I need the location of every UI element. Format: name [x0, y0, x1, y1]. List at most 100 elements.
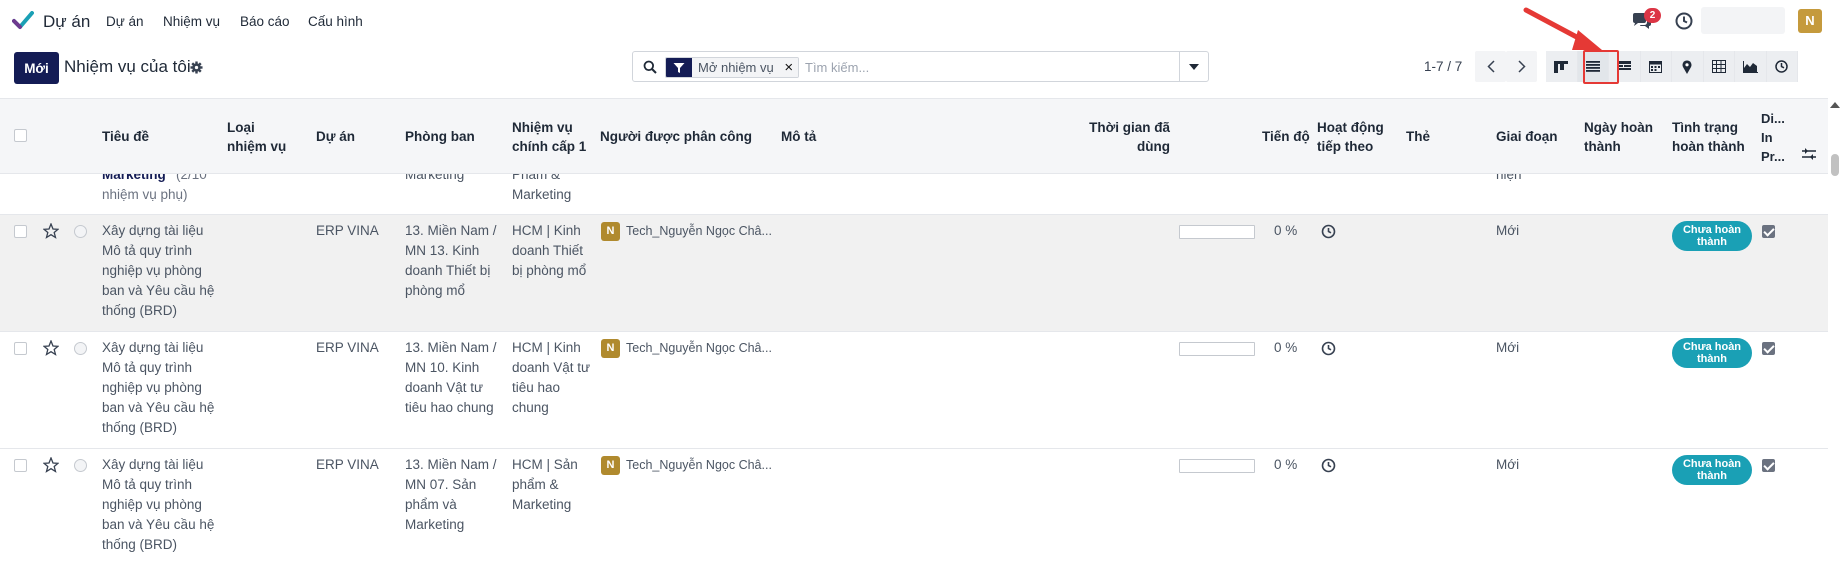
table-row[interactable]: Xây dựng tài liệu Mô tả quy trình nghiệp… [0, 215, 1828, 332]
task-title-line[interactable]: ban và Yêu cầu hệ [102, 398, 214, 418]
task-title-line[interactable]: Mô tả quy trình [102, 475, 192, 495]
task-assignee[interactable]: Tech_Nguyễn Ngọc Châ... [626, 455, 772, 475]
row-checkbox[interactable] [14, 342, 27, 355]
activity-clock-icon[interactable] [1321, 341, 1336, 356]
task-parent-line: tiêu hao [512, 380, 561, 395]
user-avatar[interactable]: N [1798, 9, 1822, 33]
task-parent: HCM | Kinh [512, 340, 581, 355]
column-header-extra[interactable]: Di... In Pr... [1761, 109, 1795, 166]
chat-count-badge: 2 [1644, 8, 1661, 23]
activity-clock-icon[interactable] [1675, 12, 1693, 30]
task-title[interactable]: Xây dựng tài liệu [102, 338, 203, 358]
task-title-line[interactable]: nghiệp vụ phòng [102, 495, 202, 515]
star-icon[interactable] [43, 223, 59, 239]
task-title[interactable]: Xây dựng tài liệu [102, 455, 203, 475]
column-header-description[interactable]: Mô tả [781, 127, 816, 146]
column-header-done-date[interactable]: Ngày hoàn thành [1584, 118, 1659, 156]
priority-dot[interactable] [74, 459, 87, 472]
assignee-avatar[interactable]: N [601, 222, 620, 241]
app-name[interactable]: Dự án [43, 12, 90, 32]
column-header-assignee[interactable]: Người được phân công [600, 127, 752, 146]
priority-dot[interactable] [74, 225, 87, 238]
task-parent-line: chung [512, 400, 549, 415]
chevron-right-icon [1517, 60, 1526, 73]
task-title[interactable]: Xây dựng tài liệu [102, 221, 203, 241]
priority-dot[interactable] [74, 342, 87, 355]
column-header-department[interactable]: Phòng ban [405, 127, 475, 146]
view-cohort-button[interactable] [1766, 51, 1798, 82]
task-parent-line: Marketing [512, 187, 572, 202]
task-title-line[interactable]: nghiệp vụ phòng [102, 261, 202, 281]
search-dropdown-toggle[interactable] [1179, 52, 1208, 81]
activity-clock-icon[interactable] [1321, 458, 1336, 473]
task-assignee[interactable]: Tech_Nguyễn Ngọc Châ... [626, 338, 772, 358]
task-title-line[interactable]: Mô tả quy trình [102, 358, 192, 378]
task-title-line[interactable]: ban và Yêu cầu hệ [102, 281, 214, 301]
close-icon[interactable]: × [779, 58, 798, 77]
task-title-line[interactable]: thống (BRD) [102, 301, 177, 321]
scrollbar-thumb[interactable] [1831, 154, 1839, 176]
task-department-line: MN 10. Kinh [405, 360, 480, 375]
calendar-icon [1649, 61, 1663, 73]
column-header-next-activity[interactable]: Hoạt động tiếp theo [1317, 118, 1393, 156]
task-title-line[interactable]: nghiệp vụ phòng [102, 378, 202, 398]
assignee-avatar[interactable]: N [601, 339, 620, 358]
filter-facet-label: Mở nhiệm vụ [692, 58, 780, 77]
column-header-stage[interactable]: Giai đoạn [1496, 127, 1558, 146]
search-input[interactable] [805, 58, 1165, 76]
pager-previous-button[interactable] [1475, 51, 1506, 82]
column-header-project[interactable]: Dự án [316, 127, 355, 146]
search-icon[interactable] [643, 60, 657, 74]
task-stage: Mới [1496, 457, 1520, 472]
task-title-line[interactable]: thống (BRD) [102, 418, 177, 438]
task-department-line: MN 07. Sản [405, 477, 477, 492]
view-calendar-button[interactable] [1640, 51, 1672, 82]
task-assignee[interactable]: Tech_Nguyễn Ngọc Châ... [626, 221, 772, 241]
column-header-time-spent[interactable]: Thời gian đã dùng [1080, 118, 1170, 156]
column-header-title[interactable]: Tiêu đề [102, 127, 149, 146]
task-department-line: phẩm và [405, 497, 457, 512]
optional-columns-icon[interactable] [1802, 148, 1816, 160]
status-badge: Chưa hoàn thành [1672, 221, 1752, 251]
app-logo-icon[interactable] [12, 11, 34, 31]
column-header-type[interactable]: Loại nhiệm vụ [227, 118, 297, 156]
row-flag-checkbox[interactable] [1762, 225, 1775, 238]
table-row[interactable]: Xây dựng tài liệu Mô tả quy trình nghiệp… [0, 332, 1828, 449]
row-flag-checkbox[interactable] [1762, 342, 1775, 355]
row-flag-checkbox[interactable] [1762, 459, 1775, 472]
row-checkbox[interactable] [14, 225, 27, 238]
activity-clock-icon[interactable] [1321, 224, 1336, 239]
view-graph-button[interactable] [1735, 51, 1767, 82]
task-stage: Mới [1496, 223, 1520, 238]
new-button[interactable]: Mới [14, 52, 59, 84]
star-icon[interactable] [43, 457, 59, 473]
scroll-up-arrow-icon[interactable] [1830, 102, 1840, 108]
gear-icon[interactable] [190, 61, 203, 74]
menu-item-projects[interactable]: Dự án [106, 14, 144, 29]
row-checkbox[interactable] [14, 459, 27, 472]
column-header-parent-task[interactable]: Nhiệm vụ chính cấp 1 [512, 118, 590, 156]
progress-value: 0 % [1274, 223, 1298, 238]
activity-icon [1617, 61, 1632, 70]
view-map-button[interactable] [1672, 51, 1704, 82]
pager-value[interactable]: 1-7 / 7 [1424, 59, 1462, 74]
table-row[interactable]: Xây dựng tài liệu Mô tả quy trình nghiệp… [0, 449, 1828, 561]
column-header-progress[interactable]: Tiến độ [1262, 127, 1310, 146]
star-icon[interactable] [43, 340, 59, 356]
company-switcher[interactable] [1701, 7, 1785, 34]
view-pivot-button[interactable] [1703, 51, 1735, 82]
filter-icon [666, 58, 692, 77]
task-department-line: tiêu hao chung [405, 400, 494, 415]
task-title-line[interactable]: ban và Yêu cầu hệ [102, 515, 214, 535]
menu-item-tasks[interactable]: Nhiệm vụ [163, 14, 220, 29]
assignee-avatar[interactable]: N [601, 456, 620, 475]
task-title-line[interactable]: thống (BRD) [102, 535, 177, 555]
menu-item-config[interactable]: Cấu hình [308, 14, 363, 29]
menu-item-reports[interactable]: Báo cáo [240, 14, 290, 29]
select-all-checkbox[interactable] [14, 129, 27, 142]
task-title-line[interactable]: Mô tả quy trình [102, 241, 192, 261]
task-parent-line: bị phòng mổ [512, 263, 587, 278]
column-header-done-status[interactable]: Tình trạng hoàn thành [1672, 118, 1750, 156]
chevron-left-icon [1486, 60, 1495, 73]
column-header-tags[interactable]: Thẻ [1406, 127, 1430, 146]
